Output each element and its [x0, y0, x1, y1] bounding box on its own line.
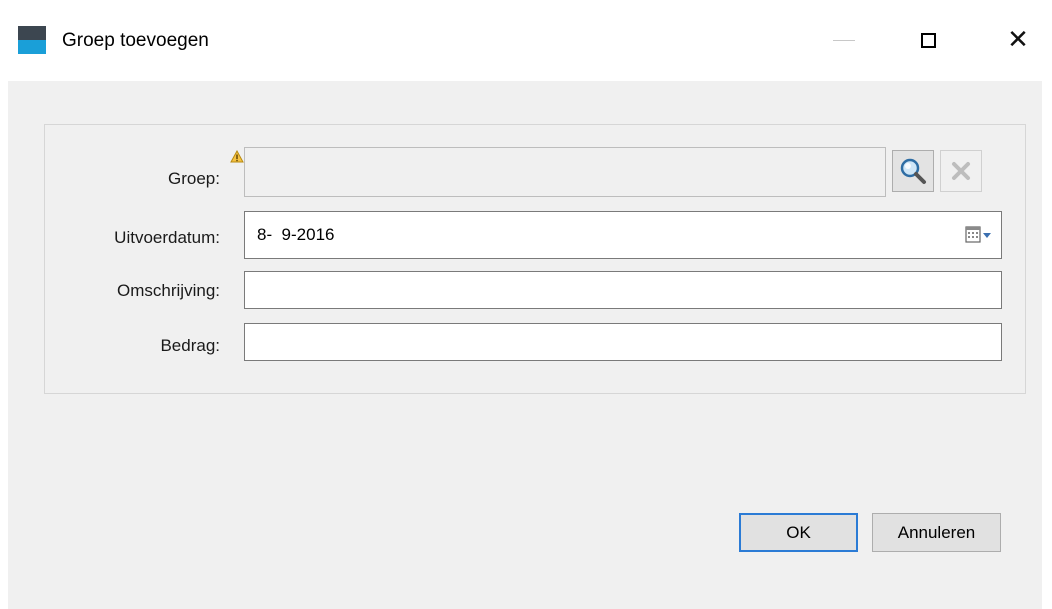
dialog-body: Groep: Uitvoerdatum: 8- 9-2016 Omschrijv… [8, 81, 1042, 609]
minimize-button[interactable] [824, 22, 864, 58]
bedrag-label: Bedrag: [160, 336, 220, 355]
window-title: Groep toevoegen [62, 30, 209, 51]
groep-field[interactable] [244, 147, 886, 197]
title-bar: Groep toevoegen ✕ [0, 0, 1052, 81]
bedrag-input[interactable] [244, 323, 1002, 361]
warning-icon [230, 150, 244, 163]
maximize-icon [920, 32, 936, 48]
uitvoerdatum-value: 8- 9-2016 [257, 225, 335, 244]
close-icon: ✕ [1007, 25, 1029, 55]
groep-search-button[interactable] [892, 150, 934, 192]
calendar-dropdown-icon[interactable] [965, 226, 993, 244]
uitvoerdatum-field[interactable]: 8- 9-2016 [244, 211, 1002, 259]
maximize-button[interactable] [908, 22, 948, 58]
close-button[interactable]: ✕ [998, 22, 1038, 58]
groep-clear-button[interactable] [940, 150, 982, 192]
uitvoerdatum-label: Uitvoerdatum: [114, 228, 220, 247]
omschrijving-input[interactable] [244, 271, 1002, 309]
ok-button[interactable]: OK [739, 513, 858, 552]
groep-label: Groep: [168, 169, 220, 188]
minimize-icon [833, 39, 855, 41]
omschrijving-label: Omschrijving: [117, 281, 220, 300]
magnifier-icon [900, 158, 926, 184]
clear-x-icon [952, 162, 970, 180]
app-icon [18, 26, 46, 54]
cancel-button[interactable]: Annuleren [872, 513, 1001, 552]
